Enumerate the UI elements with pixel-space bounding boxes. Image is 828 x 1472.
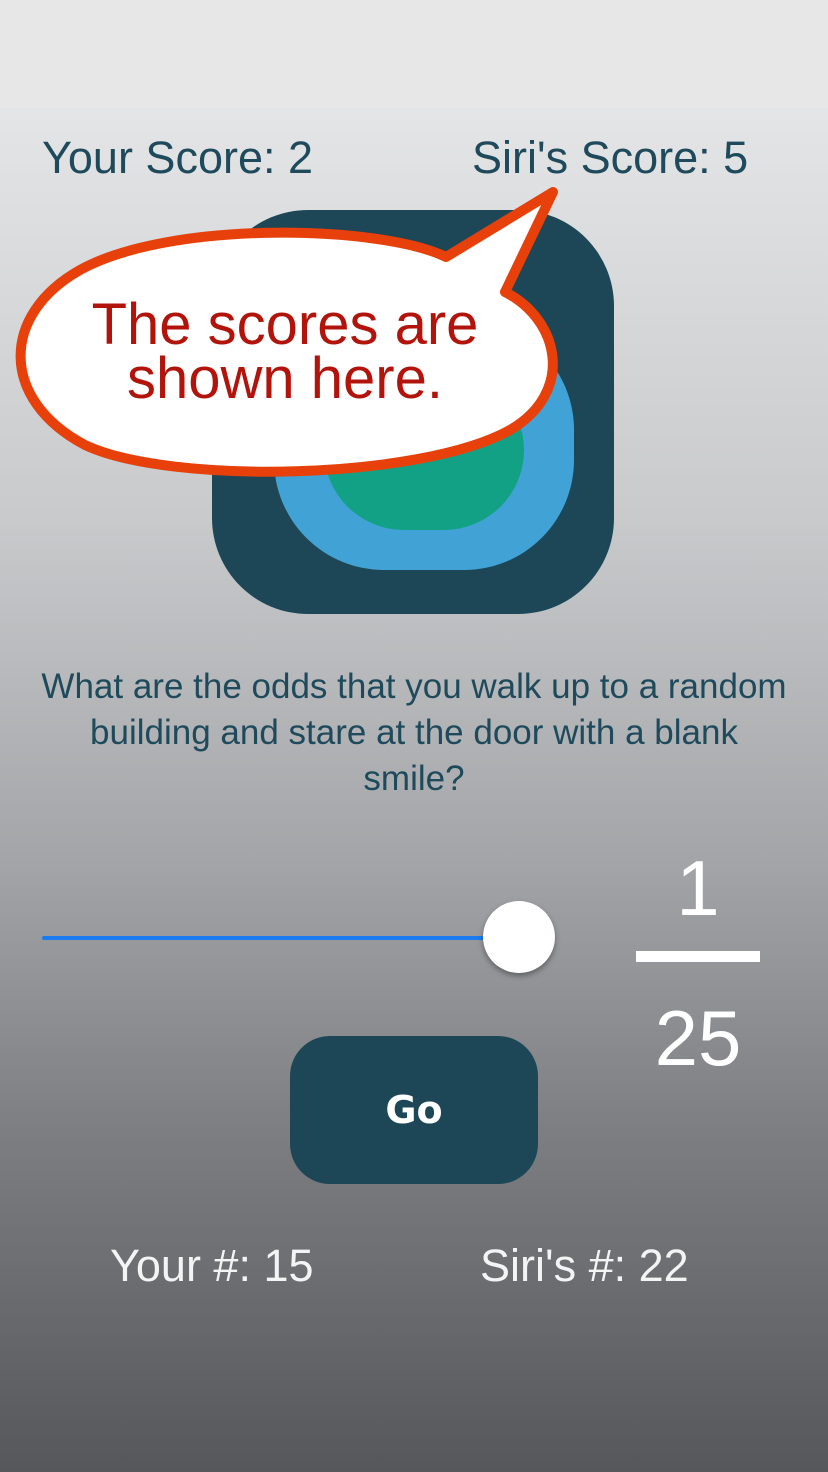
go-button[interactable]: Go bbox=[290, 1036, 538, 1184]
callout-line-2: shown here. bbox=[127, 346, 443, 411]
fraction-bar bbox=[636, 951, 760, 962]
siri-number-label: Siri's #: 22 bbox=[480, 1240, 689, 1291]
status-bar bbox=[0, 0, 828, 108]
odds-slider-track[interactable] bbox=[42, 936, 520, 940]
your-score-label: Your Score: 2 bbox=[42, 132, 314, 183]
question-text: What are the odds that you walk up to a … bbox=[41, 667, 787, 798]
odds-slider-thumb[interactable] bbox=[483, 901, 555, 973]
siri-score-label: Siri's Score: 5 bbox=[472, 132, 749, 183]
your-number-label: Your #: 15 bbox=[110, 1240, 314, 1291]
callout-line-1: The scores are bbox=[91, 292, 479, 357]
callout-text: The scores are shown here. bbox=[40, 292, 530, 411]
odds-numerator: 1 bbox=[676, 844, 720, 932]
speech-bubble-callout: The scores are shown here. bbox=[0, 180, 580, 480]
odds-denominator: 25 bbox=[654, 994, 742, 1082]
